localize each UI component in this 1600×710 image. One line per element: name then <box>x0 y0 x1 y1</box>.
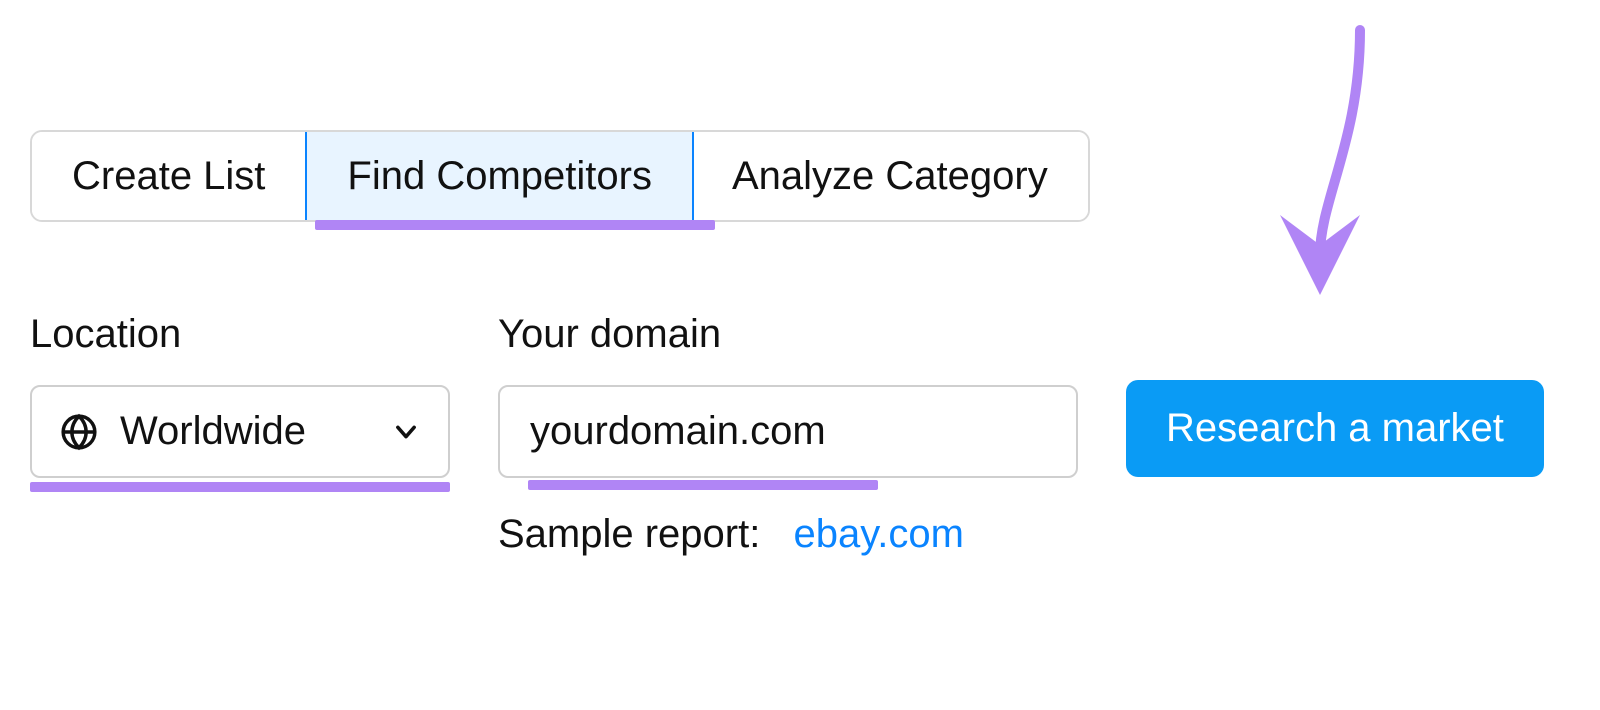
research-market-button[interactable]: Research a market <box>1126 380 1544 477</box>
location-label: Location <box>30 312 450 357</box>
tab-find-competitors[interactable]: Find Competitors <box>305 130 694 222</box>
chevron-down-icon <box>392 418 420 446</box>
highlight-underline-tab <box>315 220 715 230</box>
annotation-arrow-icon <box>1210 20 1410 320</box>
location-dropdown[interactable]: Worldwide <box>30 385 450 478</box>
highlight-underline-domain <box>528 480 878 490</box>
sample-report-label: Sample report: <box>498 512 760 556</box>
tabs-group: Create List Find Competitors Analyze Cat… <box>30 130 1090 222</box>
domain-label: Your domain <box>498 312 1078 357</box>
globe-icon <box>60 413 98 451</box>
domain-input[interactable] <box>498 385 1078 478</box>
highlight-underline-location <box>30 482 450 492</box>
sample-report-link[interactable]: ebay.com <box>793 512 963 556</box>
tab-analyze-category[interactable]: Analyze Category <box>692 132 1088 220</box>
tab-create-list[interactable]: Create List <box>32 132 307 220</box>
location-value: Worldwide <box>120 409 306 454</box>
